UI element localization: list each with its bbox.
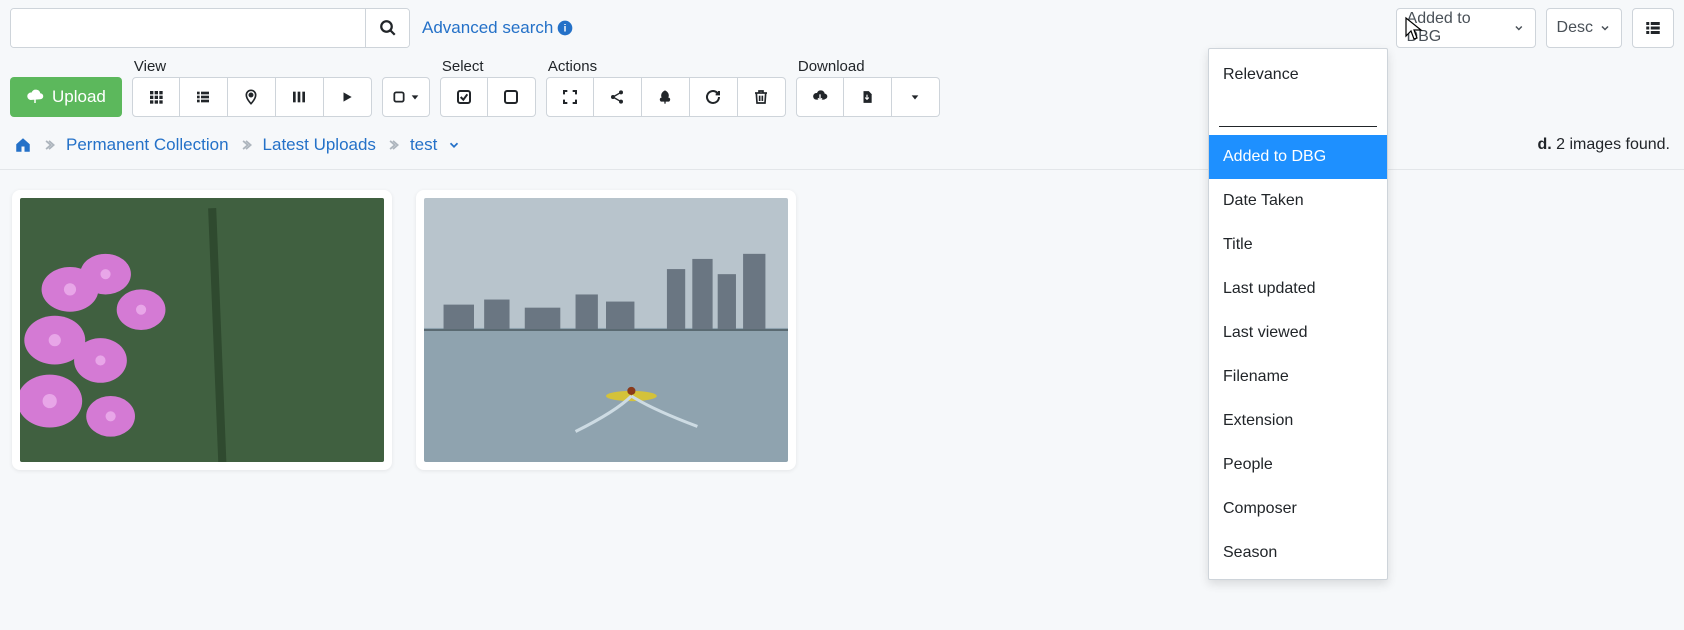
- sort-option[interactable]: Title: [1209, 223, 1387, 267]
- upload-button[interactable]: Upload: [10, 77, 122, 117]
- check-square-icon: [456, 89, 472, 105]
- action-tree-button[interactable]: [642, 77, 690, 117]
- status-tail: images found.: [1569, 136, 1670, 153]
- view-slideshow-button[interactable]: [324, 77, 372, 117]
- upload-label: Upload: [52, 87, 106, 107]
- grid-icon: [148, 89, 164, 105]
- chevron-right-icon: [386, 138, 400, 152]
- image-card[interactable]: [12, 190, 392, 470]
- select-group-label: Select: [440, 58, 536, 75]
- action-share-button[interactable]: [594, 77, 642, 117]
- advanced-search-link[interactable]: Advanced search i: [422, 18, 573, 38]
- view-columns-button[interactable]: [276, 77, 324, 117]
- select-all-button[interactable]: [440, 77, 488, 117]
- search-group: [10, 8, 410, 48]
- image-card[interactable]: [416, 190, 796, 470]
- download-group-label: Download: [796, 58, 940, 75]
- play-icon: [340, 90, 354, 104]
- breadcrumb-item[interactable]: Latest Uploads: [263, 135, 376, 155]
- svg-text:i: i: [564, 23, 567, 34]
- sort-direction-select[interactable]: Desc: [1546, 8, 1622, 48]
- search-input[interactable]: [11, 9, 365, 47]
- action-fullscreen-button[interactable]: [546, 77, 594, 117]
- refresh-icon: [705, 89, 721, 105]
- view-list-button[interactable]: [180, 77, 228, 117]
- breadcrumb: Permanent Collection Latest Uploads test…: [0, 125, 1684, 170]
- download-cloud-button[interactable]: [796, 77, 844, 117]
- columns-icon: [291, 89, 307, 105]
- actions-group-label: Actions: [546, 58, 786, 75]
- sort-option[interactable]: Extension: [1209, 399, 1387, 443]
- sort-field-value: Added to DBG: [1407, 10, 1507, 46]
- sort-field-dropdown: Relevance Added to DBG Date Taken Title …: [1208, 48, 1388, 580]
- sort-option[interactable]: Season: [1209, 531, 1387, 575]
- upload-icon: [26, 88, 44, 106]
- action-refresh-button[interactable]: [690, 77, 738, 117]
- search-button[interactable]: [365, 9, 409, 47]
- sort-field-select[interactable]: Added to DBG: [1396, 8, 1536, 48]
- share-icon: [609, 89, 625, 105]
- download-more-button[interactable]: [892, 77, 940, 117]
- view-map-button[interactable]: [228, 77, 276, 117]
- lake-kayak-thumbnail: [424, 198, 788, 462]
- sort-option[interactable]: Last updated: [1209, 267, 1387, 311]
- caret-down-icon: [910, 92, 920, 102]
- download-file-button[interactable]: [844, 77, 892, 117]
- chevron-right-icon: [42, 138, 56, 152]
- view-grid-button[interactable]: [132, 77, 180, 117]
- sort-option[interactable]: Added to DBG: [1209, 135, 1387, 179]
- breadcrumb-home[interactable]: [14, 136, 32, 154]
- status-count: 2: [1556, 136, 1565, 153]
- action-delete-button[interactable]: [738, 77, 786, 117]
- breadcrumb-item[interactable]: Permanent Collection: [66, 135, 229, 155]
- info-icon: i: [557, 20, 573, 36]
- flowers-thumbnail: [20, 198, 384, 462]
- list-icon: [195, 89, 211, 105]
- chevron-right-icon: [239, 138, 253, 152]
- home-icon: [14, 136, 32, 154]
- list-icon: [1644, 19, 1662, 37]
- gallery: [0, 170, 1684, 490]
- square-icon: [392, 90, 406, 104]
- caret-down-icon: [410, 92, 420, 102]
- sort-direction-value: Desc: [1557, 19, 1593, 37]
- size-dropdown-button[interactable]: [382, 77, 430, 117]
- sort-option[interactable]: Composer: [1209, 487, 1387, 531]
- sort-filter-input[interactable]: [1219, 101, 1377, 127]
- cloud-download-icon: [811, 89, 829, 105]
- expand-icon: [562, 89, 578, 105]
- sort-option[interactable]: Filename: [1209, 355, 1387, 399]
- view-group-label: View: [132, 58, 372, 75]
- results-status: d. 2 images found.: [1537, 136, 1670, 154]
- breadcrumb-dropdown[interactable]: [447, 138, 461, 152]
- breadcrumb-item[interactable]: test: [410, 135, 437, 155]
- sort-option[interactable]: Date Taken: [1209, 179, 1387, 223]
- tree-icon: [657, 89, 673, 105]
- trash-icon: [753, 89, 769, 105]
- sort-option[interactable]: Last viewed: [1209, 311, 1387, 355]
- advanced-search-label: Advanced search: [422, 18, 553, 38]
- empty-square-icon: [503, 89, 519, 105]
- map-pin-icon: [243, 87, 259, 107]
- chevron-down-icon: [447, 138, 461, 152]
- file-download-icon: [860, 89, 874, 105]
- sort-option[interactable]: Relevance: [1209, 53, 1387, 97]
- search-icon: [379, 19, 397, 37]
- chevron-down-icon: [1513, 22, 1525, 34]
- sort-option[interactable]: People: [1209, 443, 1387, 487]
- chevron-down-icon: [1599, 22, 1611, 34]
- status-bold: d.: [1537, 136, 1551, 153]
- select-none-button[interactable]: [488, 77, 536, 117]
- layout-list-button[interactable]: [1632, 8, 1674, 48]
